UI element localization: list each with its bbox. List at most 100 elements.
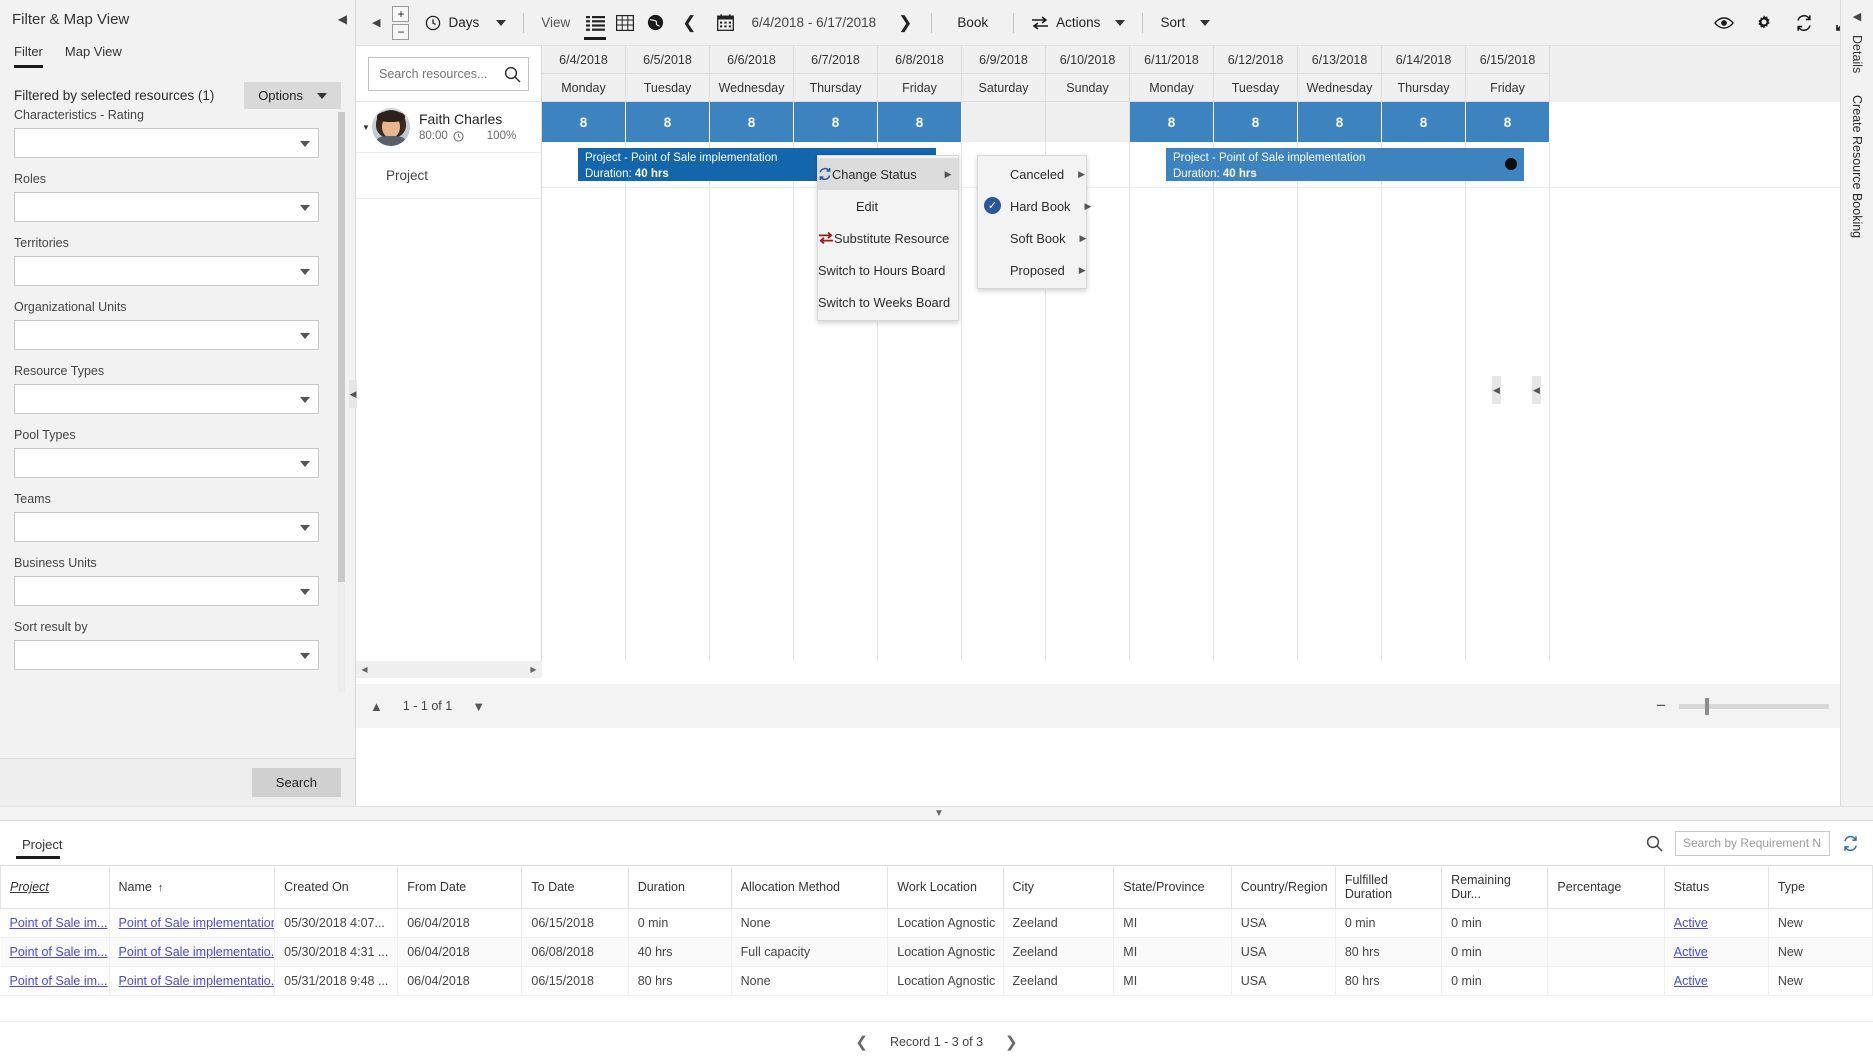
menu-item-change-status[interactable]: Change Status ▶: [818, 158, 958, 190]
submenu-item-proposed[interactable]: Proposed ▶: [978, 254, 1086, 286]
scroll-right-icon[interactable]: ▶: [525, 661, 542, 678]
capacity-cell[interactable]: [1046, 102, 1130, 142]
submenu-item-soft-book[interactable]: Soft Book ▶: [978, 222, 1086, 254]
booking-resize-handle[interactable]: [1505, 158, 1517, 170]
col-state-province[interactable]: State/Province: [1113, 865, 1232, 909]
cell-status[interactable]: Active: [1664, 966, 1769, 996]
scroll-left-icon[interactable]: ◀: [356, 661, 373, 678]
menu-item-switch-to-hours-board[interactable]: Switch to Hours Board: [818, 254, 958, 286]
capacity-cell[interactable]: 8: [1466, 102, 1550, 142]
capacity-cell[interactable]: 8: [1130, 102, 1214, 142]
cell-project[interactable]: Point of Sale im...: [0, 937, 110, 967]
col-status[interactable]: Status: [1663, 865, 1769, 909]
status-link[interactable]: Active: [1674, 974, 1708, 988]
sort-menu[interactable]: Sort: [1150, 6, 1220, 40]
zoom-in-button[interactable]: +: [392, 5, 410, 22]
col-created-on[interactable]: Created On: [274, 865, 399, 909]
resource-search-box[interactable]: [368, 56, 529, 91]
record-next-icon[interactable]: ❯: [1005, 1033, 1018, 1051]
project-link[interactable]: Point of Sale im...: [10, 974, 108, 988]
table-row[interactable]: Point of Sale im... Point of Sale implem…: [0, 966, 1873, 996]
minus-icon[interactable]: −: [1653, 696, 1669, 716]
name-link[interactable]: Point of Sale implementatio...: [119, 974, 274, 988]
table-row[interactable]: Point of Sale im... Point of Sale implem…: [0, 937, 1873, 967]
chevron-down-icon[interactable]: ▼: [934, 808, 944, 819]
col-project[interactable]: Project: [0, 865, 110, 909]
submenu-item-canceled[interactable]: Canceled ▶: [978, 158, 1086, 190]
cell-name[interactable]: Point of Sale implementation: [109, 908, 276, 938]
capacity-cell[interactable]: 8: [794, 102, 878, 142]
gear-icon[interactable]: [1747, 8, 1781, 38]
capacity-cell[interactable]: 8: [1214, 102, 1298, 142]
filter-panel-scrollbar[interactable]: [338, 112, 345, 692]
cell-name[interactable]: Point of Sale implementatio...: [109, 966, 276, 996]
grid-collapse-handle-right[interactable]: ◀: [1492, 376, 1501, 404]
capacity-cell[interactable]: 8: [1382, 102, 1466, 142]
col-country-region[interactable]: Country/Region: [1230, 865, 1336, 909]
details-label[interactable]: Details: [1850, 35, 1864, 73]
search-icon[interactable]: [1646, 835, 1663, 852]
globe-view-icon[interactable]: [640, 8, 670, 38]
name-link[interactable]: Point of Sale implementatio...: [119, 945, 274, 959]
roles-select[interactable]: [14, 192, 319, 222]
menu-item-edit[interactable]: Edit: [818, 190, 958, 222]
collapse-filter-panel-icon[interactable]: ◀: [338, 12, 347, 26]
col-work-location[interactable]: Work Location: [887, 865, 1004, 909]
cell-name[interactable]: Point of Sale implementatio...: [109, 937, 276, 967]
col-from-date[interactable]: From Date: [397, 865, 523, 909]
project-link[interactable]: Point of Sale im...: [10, 945, 108, 959]
col-remaining-duration[interactable]: Remaining Dur...: [1441, 865, 1549, 909]
status-link[interactable]: Active: [1674, 916, 1708, 930]
capacity-cell[interactable]: [962, 102, 1046, 142]
cell-status[interactable]: Active: [1664, 908, 1769, 938]
capacity-cell[interactable]: 8: [878, 102, 962, 142]
capacity-cell[interactable]: 8: [626, 102, 710, 142]
details-collapse-handle[interactable]: ◀: [1532, 376, 1541, 404]
horizontal-splitter[interactable]: ▼: [0, 806, 1873, 820]
create-resource-booking-label[interactable]: Create Resource Booking: [1850, 95, 1864, 238]
table-row[interactable]: Point of Sale im... Point of Sale implem…: [0, 908, 1873, 938]
zoom-slider-track[interactable]: [1679, 697, 1829, 715]
scale-selector[interactable]: Days: [415, 6, 516, 40]
refresh-icon[interactable]: [1842, 835, 1859, 852]
scrollbar-thumb[interactable]: [338, 112, 345, 582]
resource-row-faith-charles[interactable]: ▼ Faith Charles 80:00 100%: [356, 102, 541, 153]
chevron-down-icon[interactable]: ▼: [472, 699, 485, 714]
organizational-units-select[interactable]: [14, 320, 319, 350]
calendar-picker-button[interactable]: [709, 6, 742, 40]
col-fulfilled-duration[interactable]: Fulfilled Duration: [1334, 865, 1443, 909]
col-city[interactable]: City: [1002, 865, 1115, 909]
book-button[interactable]: Book: [939, 6, 1006, 40]
refresh-icon[interactable]: [1787, 8, 1821, 38]
cell-status[interactable]: Active: [1664, 937, 1769, 967]
capacity-cell[interactable]: 8: [1298, 102, 1382, 142]
list-view-icon[interactable]: [580, 8, 610, 40]
tab-project[interactable]: Project: [14, 827, 70, 859]
col-to-date[interactable]: To Date: [521, 865, 629, 909]
capacity-cell[interactable]: 8: [710, 102, 794, 142]
col-type[interactable]: Type: [1767, 865, 1873, 909]
project-link[interactable]: Point of Sale im...: [10, 916, 108, 930]
chevron-up-icon[interactable]: ▲: [370, 699, 383, 714]
menu-item-substitute-resource[interactable]: Substitute Resource ▶: [818, 222, 984, 254]
details-collapse-icon[interactable]: ◀: [1841, 10, 1873, 23]
col-percentage[interactable]: Percentage: [1547, 865, 1665, 909]
options-button[interactable]: Options: [244, 82, 341, 109]
expand-collapse-icon[interactable]: ▼: [360, 123, 372, 132]
toolbar-collapse-icon[interactable]: ◀: [362, 16, 390, 29]
tab-filter[interactable]: Filter: [14, 44, 43, 68]
capacity-cell[interactable]: 8: [542, 102, 626, 142]
pool-types-select[interactable]: [14, 448, 319, 478]
name-link[interactable]: Point of Sale implementation: [119, 916, 274, 930]
record-prev-icon[interactable]: ❮: [855, 1033, 868, 1051]
characteristics-rating-select[interactable]: [14, 128, 319, 158]
menu-item-switch-to-weeks-board[interactable]: Switch to Weeks Board: [818, 286, 958, 318]
actions-menu[interactable]: Actions: [1021, 6, 1135, 40]
col-duration[interactable]: Duration: [627, 865, 732, 909]
zoom-slider-thumb[interactable]: [1705, 697, 1709, 715]
territories-select[interactable]: [14, 256, 319, 286]
search-button[interactable]: Search: [251, 768, 341, 797]
cell-project[interactable]: Point of Sale im...: [0, 908, 110, 938]
cell-project[interactable]: Point of Sale im...: [0, 966, 110, 996]
date-range-label[interactable]: 6/4/2018 - 6/17/2018: [742, 6, 887, 40]
